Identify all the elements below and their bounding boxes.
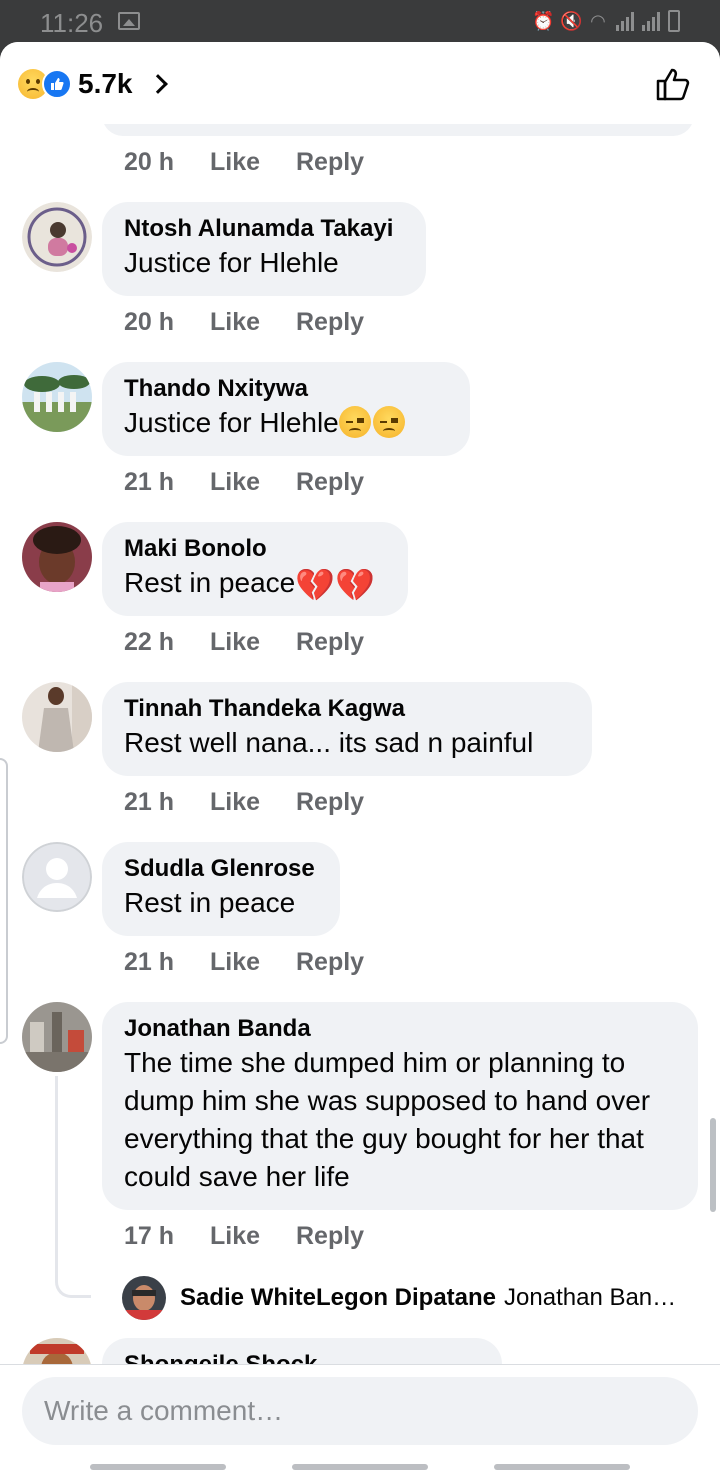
like-action[interactable]: Like [210,308,296,337]
comment-author[interactable]: Jonathan Banda [124,1014,676,1044]
gallery-notification-icon [118,12,140,30]
sheet-header: 5.7k [0,42,720,124]
like-action[interactable]: Like [210,948,296,977]
mute-icon: 🔇 [560,11,583,31]
comment-meta: 20 h Like Reply [124,148,364,177]
signal-2-icon [642,11,660,31]
comment-time: 20 h [124,308,175,336]
comment-time: 21 h [124,468,175,496]
nav-back-button[interactable] [494,1464,630,1470]
comment-time: 21 h [124,948,175,976]
reply-action[interactable]: Reply [296,788,364,817]
comment-bubble[interactable]: Jonathan Banda The time she dumped him o… [102,1002,698,1210]
reply-action[interactable]: Reply [296,948,364,977]
like-action[interactable]: Like [210,628,296,657]
comment-author[interactable]: Tinnah Thandeka Kagwa [124,694,570,724]
comment-input[interactable] [22,1377,698,1445]
nav-home-button[interactable] [292,1464,428,1470]
avatar[interactable] [22,522,92,592]
avatar[interactable] [22,1002,92,1072]
nav-recents-button[interactable] [90,1464,226,1470]
like-action[interactable]: Like [210,468,296,497]
like-action[interactable]: Like [210,788,296,817]
comment-text: Rest well nana... its sad n painful [124,727,534,758]
side-edge-handle[interactable] [0,758,8,1044]
status-time: 11:26 [40,8,104,38]
signal-1-icon [616,11,634,31]
comment-text: Justice for Hlehle [124,407,339,438]
comment-meta: 21 h Like Reply [124,468,364,497]
comment-meta: 21 h Like Reply [124,948,364,977]
comment-bubble[interactable]: Ntosh Alunamda Takayi Justice for Hlehle [102,202,426,296]
comment-bubble[interactable]: Tinnah Thandeka Kagwa Rest well nana... … [102,682,592,776]
like-reaction-icon [42,69,72,99]
comments-list: 20 h Like Reply Ntosh Alunamda Takayi Ju… [0,42,720,1432]
comment-bubble[interactable]: Sdudla Glenrose Rest in peace [102,842,340,936]
reply-author[interactable]: Sadie WhiteLegon Dipatane [180,1284,496,1312]
alarm-icon: ⏰ [532,11,555,31]
comment-text: Rest in peace [124,887,296,918]
reply-action[interactable]: Reply [296,468,364,497]
comment-text: Rest in peace [124,567,296,598]
comment-bubble[interactable]: Thando Nxitywa Justice for Hlehle [102,362,470,456]
comment-text-row: Rest in peace💔💔 [124,564,386,602]
broken-heart-icon: 💔 [335,567,375,603]
broken-heart-icon: 💔 [295,567,336,603]
avatar[interactable] [122,1276,166,1320]
comment-author[interactable]: Thando Nxitywa [124,374,448,404]
reply-action[interactable]: Reply [296,308,364,337]
status-bar: 11:26 ⏰ 🔇 ◠ [0,0,720,44]
comment-time: 21 h [124,788,175,816]
avatar[interactable] [22,202,92,272]
comment-text-row: Justice for Hlehle [124,404,448,442]
comments-sheet: 5.7k 20 h Like Reply Ntosh Alunamda Taka… [0,42,720,1480]
comment-author[interactable]: Ntosh Alunamda Takayi [124,214,404,244]
like-icon[interactable] [654,64,694,104]
sad-emoji-icon [372,406,405,438]
reply-action[interactable]: Reply [296,148,364,177]
reply-action[interactable]: Reply [296,1222,364,1251]
comment-author[interactable]: Sdudla Glenrose [124,854,318,884]
reactions-summary[interactable]: 5.7k [18,68,168,100]
scrollbar[interactable] [710,1118,716,1212]
status-icons: ⏰ 🔇 ◠ [532,10,680,32]
system-nav-bar [0,1460,720,1480]
comment-meta: 22 h Like Reply [124,628,364,657]
reply-action[interactable]: Reply [296,628,364,657]
reply-preview[interactable]: Sadie WhiteLegon Dipatane Jonathan Ban… [122,1276,676,1320]
default-avatar-icon[interactable] [22,842,92,912]
reply-thread-line [55,1076,91,1298]
comment-time: 22 h [124,628,175,656]
reaction-count: 5.7k [78,68,133,99]
comment-meta: 20 h Like Reply [124,308,364,337]
battery-icon [668,10,680,32]
like-action[interactable]: Like [210,148,296,177]
comment-meta: 21 h Like Reply [124,788,364,817]
chevron-right-icon [147,74,168,94]
comment-meta: 17 h Like Reply [124,1222,364,1251]
comment-bubble[interactable]: Maki Bonolo Rest in peace💔💔 [102,522,408,616]
avatar[interactable] [22,682,92,752]
like-action[interactable]: Like [210,1222,296,1251]
reply-snippet: Jonathan Ban… [504,1284,677,1311]
avatar[interactable] [22,362,92,432]
comment-author[interactable]: Maki Bonolo [124,534,386,564]
comment-time: 20 h [124,148,175,176]
comment-time: 17 h [124,1222,175,1250]
sad-emoji-icon [338,406,371,438]
wifi-icon: ◠ [590,11,606,31]
comment-text: The time she dumped him or planning to d… [124,1047,651,1192]
comment-text: Justice for Hlehle [124,247,339,278]
